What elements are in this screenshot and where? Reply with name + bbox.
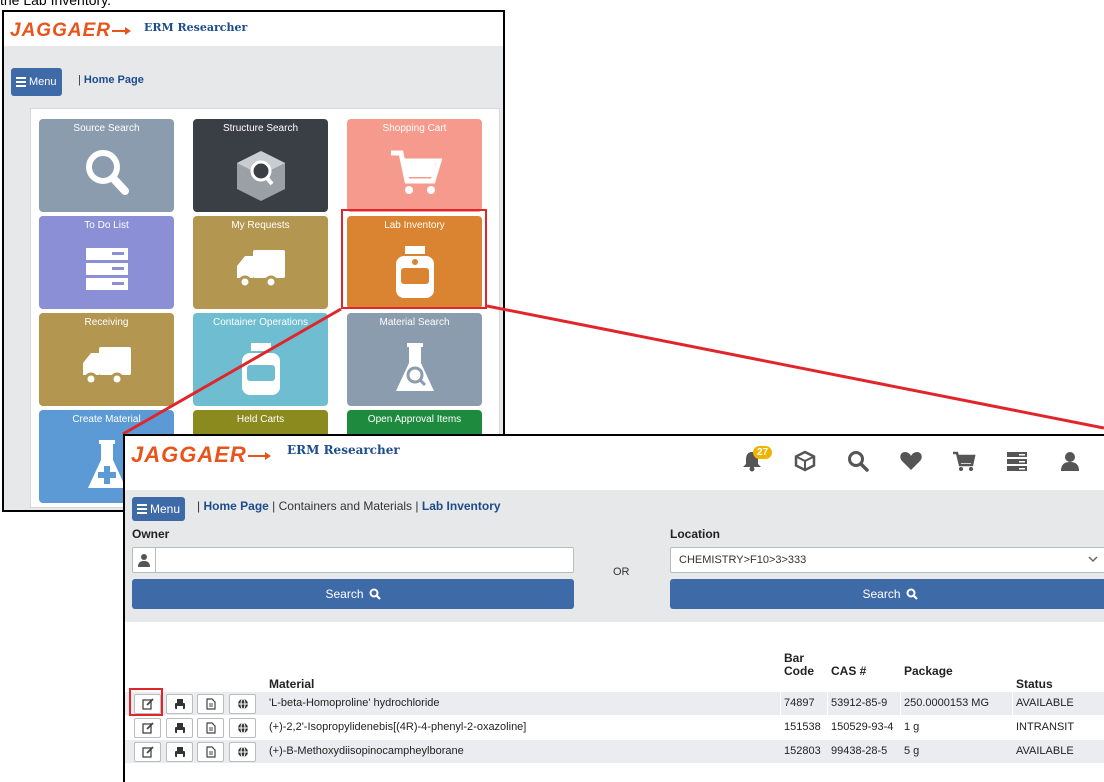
location-search-button[interactable]: Search — [670, 579, 1104, 609]
cas-number: 150529-93-4 — [831, 721, 894, 733]
jaggaer-logo: JAGGAER — [131, 442, 271, 468]
print-icon — [174, 723, 185, 733]
status: AVAILABLE — [1016, 697, 1074, 709]
table-row[interactable]: (+)-B-Methoxydiisopinocampheylborane 152… — [125, 740, 1104, 763]
inventory-nav: Menu | Home Page | Containers and Materi… — [125, 490, 1104, 622]
search-icon — [906, 588, 918, 600]
print-icon — [174, 747, 185, 757]
search-icon — [847, 451, 869, 472]
table-row[interactable]: (+)-2,2'-Isopropylidenebis[(4R)-4-phenyl… — [125, 716, 1104, 739]
location-select[interactable]: CHEMISTRY>F10>3>333 — [670, 547, 1104, 573]
col-cas: CAS # — [831, 664, 867, 678]
globe-button[interactable] — [229, 694, 256, 714]
lab-inventory-window: JAGGAER ERM Researcher 27 Menu | Home Pa… — [123, 434, 1104, 782]
search-button[interactable] — [831, 448, 884, 474]
print-icon — [174, 699, 185, 709]
list-icon — [1006, 452, 1027, 471]
document-button[interactable] — [197, 694, 224, 714]
material-name[interactable]: (+)-B-Methoxydiisopinocampheylborane — [269, 745, 464, 757]
barcode: 74897 — [784, 697, 815, 709]
document-icon — [205, 698, 216, 710]
or-label: OR — [613, 566, 630, 578]
search-button-label: Search — [325, 587, 364, 601]
print-button[interactable] — [166, 742, 193, 762]
barcode: 152803 — [784, 745, 821, 757]
location-value: CHEMISTRY>F10>3>333 — [679, 554, 807, 566]
package: 1 g — [904, 721, 920, 733]
menu-button[interactable]: Menu — [132, 497, 186, 521]
globe-button[interactable] — [229, 742, 256, 762]
breadcrumb: | Home Page | Containers and Materials |… — [197, 499, 501, 513]
edit-icon — [141, 746, 154, 758]
print-button[interactable] — [166, 718, 193, 738]
app-name: ERM Researcher — [287, 443, 400, 457]
document-icon — [205, 746, 216, 758]
globe-button[interactable] — [229, 718, 256, 738]
document-button[interactable] — [197, 742, 224, 762]
material-name[interactable]: (+)-2,2'-Isopropylidenebis[(4R)-4-phenyl… — [269, 721, 526, 733]
table-row[interactable]: 'L-beta-Homoproline' hydrochloride 74897… — [125, 692, 1104, 715]
package: 5 g — [904, 745, 920, 757]
owner-search-button[interactable]: Search — [132, 579, 574, 609]
breadcrumb-containers[interactable]: Containers and Materials — [279, 499, 412, 513]
user-button[interactable] — [1043, 448, 1096, 474]
package: 250.0000153 MG — [904, 697, 990, 709]
status: INTRANSIT — [1016, 721, 1075, 733]
edit-icon — [141, 722, 154, 734]
inventory-header: JAGGAER ERM Researcher 27 — [125, 436, 1104, 490]
barcode: 151538 — [784, 721, 821, 733]
search-button-label: Search — [862, 587, 901, 601]
document-button[interactable] — [197, 718, 224, 738]
todo-button[interactable] — [990, 448, 1043, 474]
search-icon — [369, 588, 381, 600]
status: AVAILABLE — [1016, 745, 1074, 757]
col-package: Package — [904, 664, 953, 678]
col-status: Status — [1016, 677, 1053, 691]
menu-label: Menu — [150, 502, 181, 516]
cart-icon — [952, 451, 976, 471]
hamburger-icon — [137, 502, 147, 516]
user-icon — [138, 554, 150, 567]
user-icon — [1060, 452, 1079, 471]
document-icon — [205, 722, 216, 734]
notifications-button[interactable]: 27 — [725, 446, 778, 474]
globe-icon — [237, 722, 248, 734]
edit-button-highlight — [129, 688, 163, 716]
col-barcode: Bar Code — [784, 651, 814, 678]
cas-number: 53912-85-9 — [831, 697, 888, 709]
chevron-down-icon — [1088, 556, 1098, 563]
owner-input[interactable] — [132, 547, 574, 573]
header-icon-bar: 27 — [725, 446, 1096, 474]
heart-icon — [899, 452, 922, 470]
edit-button[interactable] — [134, 742, 161, 762]
cube-icon — [794, 450, 815, 472]
cas-number: 99438-28-5 — [831, 745, 888, 757]
cart-button[interactable] — [937, 448, 990, 474]
owner-label: Owner — [132, 527, 170, 541]
print-button[interactable] — [166, 694, 193, 714]
notification-badge: 27 — [753, 446, 773, 459]
col-material: Material — [269, 677, 315, 691]
globe-icon — [237, 746, 248, 758]
breadcrumb-home[interactable]: Home Page — [203, 499, 268, 513]
edit-button[interactable] — [134, 718, 161, 738]
material-name[interactable]: 'L-beta-Homoproline' hydrochloride — [269, 697, 440, 709]
breadcrumb-current: Lab Inventory — [421, 499, 501, 513]
structure-button[interactable] — [778, 448, 831, 474]
location-label: Location — [670, 527, 720, 541]
favorites-button[interactable] — [884, 448, 937, 474]
globe-icon — [237, 698, 248, 710]
